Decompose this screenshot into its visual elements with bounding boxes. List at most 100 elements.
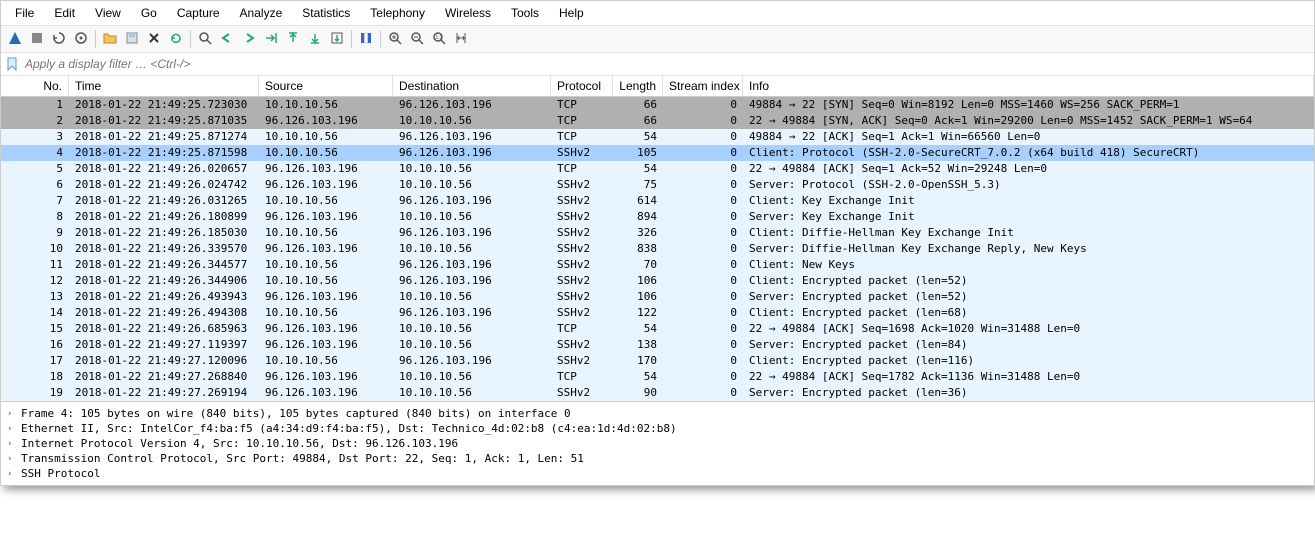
resize-cols-button[interactable] xyxy=(451,29,471,49)
cell-stream: 0 xyxy=(663,209,743,225)
col-header-dest[interactable]: Destination xyxy=(393,76,551,96)
find-button[interactable] xyxy=(195,29,215,49)
packet-row[interactable]: 42018-01-22 21:49:25.87159810.10.10.5696… xyxy=(1,145,1314,161)
save-button[interactable] xyxy=(122,29,142,49)
goto-button[interactable] xyxy=(261,29,281,49)
packet-row[interactable]: 132018-01-22 21:49:26.49394396.126.103.1… xyxy=(1,289,1314,305)
menu-statistics[interactable]: Statistics xyxy=(292,3,360,23)
details-tree-item[interactable]: ›Internet Protocol Version 4, Src: 10.10… xyxy=(7,436,1308,451)
stop-button[interactable] xyxy=(27,29,47,49)
restart-button[interactable] xyxy=(49,29,69,49)
cell-len: 106 xyxy=(613,273,663,289)
cell-time: 2018-01-22 21:49:26.031265 xyxy=(69,193,259,209)
cell-len: 894 xyxy=(613,209,663,225)
packet-row[interactable]: 32018-01-22 21:49:25.87127410.10.10.5696… xyxy=(1,129,1314,145)
go-first-button[interactable] xyxy=(283,29,303,49)
display-filter-input[interactable] xyxy=(23,55,1310,73)
cell-stream: 0 xyxy=(663,193,743,209)
zoom-out-button[interactable] xyxy=(407,29,427,49)
tree-expand-icon[interactable]: › xyxy=(7,454,17,464)
col-header-no[interactable]: No. xyxy=(1,76,69,96)
options-button[interactable] xyxy=(71,29,91,49)
zoom-out-icon xyxy=(409,30,425,49)
cell-info: Server: Encrypted packet (len=84) xyxy=(743,337,1314,353)
packet-row[interactable]: 22018-01-22 21:49:25.87103596.126.103.19… xyxy=(1,113,1314,129)
details-tree-item[interactable]: ›Transmission Control Protocol, Src Port… xyxy=(7,451,1308,466)
col-header-stream[interactable]: Stream index xyxy=(663,76,743,96)
menu-telephony[interactable]: Telephony xyxy=(360,3,435,23)
packet-row[interactable]: 122018-01-22 21:49:26.34490610.10.10.569… xyxy=(1,273,1314,289)
packet-row[interactable]: 172018-01-22 21:49:27.12009610.10.10.569… xyxy=(1,353,1314,369)
packet-row[interactable]: 62018-01-22 21:49:26.02474296.126.103.19… xyxy=(1,177,1314,193)
details-tree-item[interactable]: ›Frame 4: 105 bytes on wire (840 bits), … xyxy=(7,406,1308,421)
cell-info: Server: Protocol (SSH-2.0-OpenSSH_5.3) xyxy=(743,177,1314,193)
menu-wireless[interactable]: Wireless xyxy=(435,3,501,23)
cell-no: 9 xyxy=(1,225,69,241)
svg-text:1:1: 1:1 xyxy=(436,35,443,41)
cell-dst: 10.10.10.56 xyxy=(393,209,551,225)
menu-edit[interactable]: Edit xyxy=(44,3,85,23)
packet-row[interactable]: 52018-01-22 21:49:26.02065796.126.103.19… xyxy=(1,161,1314,177)
cell-info: Client: New Keys xyxy=(743,257,1314,273)
cell-time: 2018-01-22 21:49:26.685963 xyxy=(69,321,259,337)
details-tree-item[interactable]: › SSH Protocol xyxy=(7,466,1308,481)
shark-fin-button[interactable] xyxy=(5,29,25,49)
col-header-time[interactable]: Time xyxy=(69,76,259,96)
close-button[interactable] xyxy=(144,29,164,49)
prev-button[interactable] xyxy=(217,29,237,49)
menu-tools[interactable]: Tools xyxy=(501,3,549,23)
go-last-button[interactable] xyxy=(305,29,325,49)
reload-button[interactable] xyxy=(166,29,186,49)
menu-capture[interactable]: Capture xyxy=(167,3,230,23)
zoom-in-button[interactable] xyxy=(385,29,405,49)
packet-row[interactable]: 92018-01-22 21:49:26.18503010.10.10.5696… xyxy=(1,225,1314,241)
menu-view[interactable]: View xyxy=(85,3,131,23)
col-header-info[interactable]: Info xyxy=(743,76,1314,96)
cell-proto: SSHv2 xyxy=(551,337,613,353)
packet-row[interactable]: 102018-01-22 21:49:26.33957096.126.103.1… xyxy=(1,241,1314,257)
tree-expand-icon[interactable]: › xyxy=(7,469,17,479)
tree-expand-icon[interactable]: › xyxy=(7,424,17,434)
menu-file[interactable]: File xyxy=(5,3,44,23)
menu-go[interactable]: Go xyxy=(131,3,167,23)
packet-row[interactable]: 12018-01-22 21:49:25.72303010.10.10.5696… xyxy=(1,97,1314,113)
resize-cols-icon xyxy=(453,30,469,49)
cell-no: 11 xyxy=(1,257,69,273)
cell-src: 96.126.103.196 xyxy=(259,177,393,193)
cell-src: 10.10.10.56 xyxy=(259,97,393,113)
packet-row[interactable]: 82018-01-22 21:49:26.18089996.126.103.19… xyxy=(1,209,1314,225)
menu-help[interactable]: Help xyxy=(549,3,594,23)
packet-row[interactable]: 112018-01-22 21:49:26.34457710.10.10.569… xyxy=(1,257,1314,273)
cell-stream: 0 xyxy=(663,353,743,369)
bookmark-icon[interactable] xyxy=(5,57,19,71)
details-tree-label: SSH Protocol xyxy=(21,467,100,480)
menu-analyze[interactable]: Analyze xyxy=(230,3,293,23)
packet-row[interactable]: 162018-01-22 21:49:27.11939796.126.103.1… xyxy=(1,337,1314,353)
cell-time: 2018-01-22 21:49:25.871598 xyxy=(69,145,259,161)
auto-scroll-button[interactable] xyxy=(327,29,347,49)
col-header-proto[interactable]: Protocol xyxy=(551,76,613,96)
packet-list-header[interactable]: No. Time Source Destination Protocol Len… xyxy=(1,76,1314,97)
cell-time: 2018-01-22 21:49:26.180899 xyxy=(69,209,259,225)
tree-expand-icon[interactable]: › xyxy=(7,409,17,419)
packet-row[interactable]: 182018-01-22 21:49:27.26884096.126.103.1… xyxy=(1,369,1314,385)
cell-info: Client: Diffie-Hellman Key Exchange Init xyxy=(743,225,1314,241)
zoom-fit-button[interactable]: 1:1 xyxy=(429,29,449,49)
col-header-source[interactable]: Source xyxy=(259,76,393,96)
packet-row[interactable]: 142018-01-22 21:49:26.49430810.10.10.569… xyxy=(1,305,1314,321)
colorize-button[interactable] xyxy=(356,29,376,49)
cell-info: 22 → 49884 [ACK] Seq=1782 Ack=1136 Win=3… xyxy=(743,369,1314,385)
cell-dst: 96.126.103.196 xyxy=(393,257,551,273)
tree-expand-icon[interactable]: › xyxy=(7,439,17,449)
packet-row[interactable]: 72018-01-22 21:49:26.03126510.10.10.5696… xyxy=(1,193,1314,209)
next-button[interactable] xyxy=(239,29,259,49)
col-header-length[interactable]: Length xyxy=(613,76,663,96)
packet-row[interactable]: 192018-01-22 21:49:27.26919496.126.103.1… xyxy=(1,385,1314,401)
next-icon xyxy=(241,30,257,49)
open-button[interactable] xyxy=(100,29,120,49)
details-tree-item[interactable]: ›Ethernet II, Src: IntelCor_f4:ba:f5 (a4… xyxy=(7,421,1308,436)
cell-dst: 10.10.10.56 xyxy=(393,385,551,401)
packet-row[interactable]: 152018-01-22 21:49:26.68596396.126.103.1… xyxy=(1,321,1314,337)
cell-src: 96.126.103.196 xyxy=(259,289,393,305)
cell-src: 96.126.103.196 xyxy=(259,369,393,385)
